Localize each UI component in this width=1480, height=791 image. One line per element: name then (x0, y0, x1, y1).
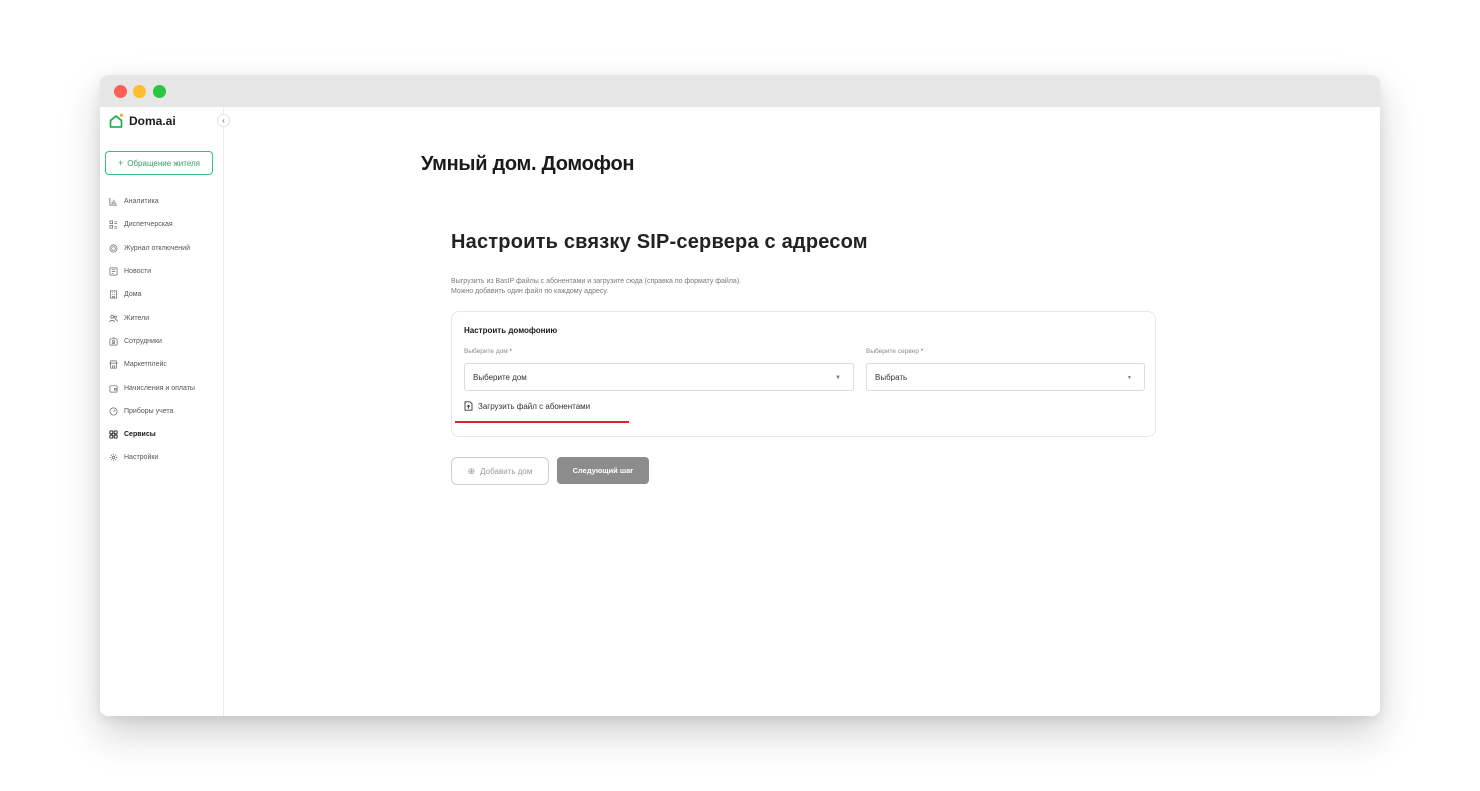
maximize-window-button[interactable] (153, 85, 166, 98)
server-field-label-text: Выберите сервер (866, 348, 919, 355)
collapse-sidebar-button[interactable]: ‹ (217, 114, 230, 127)
add-house-button[interactable]: ⊕ Добавить дом (451, 457, 549, 485)
wallet-icon (109, 384, 118, 393)
sidebar-item-label: Аналитика (124, 198, 159, 206)
sidebar-item-outage-log[interactable]: Журнал отключений (109, 237, 221, 260)
house-logo-icon (109, 113, 124, 128)
next-step-label: Следующий шаг (572, 466, 634, 475)
sidebar-item-settings[interactable]: Настройки (109, 446, 221, 469)
sidebar-item-label: Дома (124, 291, 142, 299)
server-field-label: Выберите сервер * (866, 348, 923, 355)
chevron-down-icon: ▼ (1127, 375, 1132, 381)
bar-chart-icon (109, 197, 118, 206)
sidebar-item-label: Начисления и оплаты (124, 384, 195, 392)
sidebar-item-residents[interactable]: Жители (109, 306, 221, 329)
sidebar-item-employees[interactable]: Сотрудники (109, 330, 221, 353)
required-mark: * (509, 348, 513, 355)
house-select[interactable]: Выберите дом ▼ (464, 363, 854, 391)
sidebar-item-houses[interactable]: Дома (109, 283, 221, 306)
sidebar-item-dispatch[interactable]: Диспетчерская (109, 213, 221, 236)
resident-appeal-label: Обращение жителя (127, 158, 201, 168)
building-icon (109, 290, 118, 299)
house-field-label: Выберите дом * (464, 348, 512, 355)
sidebar-item-news[interactable]: Новости (109, 260, 221, 283)
sidebar-item-label: Новости (124, 268, 152, 276)
grid-list-icon (109, 220, 118, 229)
sidebar-item-meters[interactable]: Приборы учета (109, 400, 221, 423)
meter-icon (109, 407, 118, 416)
required-mark: * (920, 348, 924, 355)
plus-icon: + (117, 158, 124, 168)
sidebar-item-label: Журнал отключений (124, 244, 190, 252)
house-select-value: Выберите дом (473, 372, 527, 382)
sidebar-item-label: Маркетплейс (124, 361, 167, 369)
intercom-setup-card: Настроить домофонию Выберите дом * Выбер… (451, 311, 1156, 437)
sidebar-item-label: Приборы учета (124, 407, 174, 415)
card-title: Настроить домофонию (464, 326, 558, 335)
section-title: Настроить связку SIP-сервера с адресом (451, 231, 868, 253)
page-title: Умный дом. Домофон (421, 153, 635, 175)
description-line: Выгрузить из BasIP файлы с абонентами и … (451, 278, 742, 285)
logo[interactable]: Doma.ai (108, 112, 176, 130)
gear-icon (109, 453, 118, 462)
close-window-button[interactable] (114, 85, 127, 98)
main-content: Умный дом. Домофон Настроить связку SIP-… (224, 107, 1380, 716)
sidebar-item-billing[interactable]: Начисления и оплаты (109, 376, 221, 399)
sidebar-nav: Аналитика Диспетчерская Журнал отключени… (109, 190, 221, 470)
store-icon (109, 360, 118, 369)
file-upload-icon (464, 401, 473, 411)
minimize-window-button[interactable] (133, 85, 146, 98)
sidebar-item-analytics[interactable]: Аналитика (109, 190, 221, 213)
sidebar-item-label: Жители (124, 314, 150, 322)
target-icon (109, 244, 118, 253)
newspaper-icon (109, 267, 118, 276)
app-name: Doma.ai (129, 114, 176, 128)
sidebar-item-label: Сотрудники (124, 337, 162, 345)
people-icon (109, 314, 118, 323)
app-window: Doma.ai ‹ + Обращение жителя Аналитика Д… (100, 75, 1380, 716)
sidebar-item-services[interactable]: Сервисы (109, 423, 221, 446)
description-line: Можно добавить один файл по каждому адре… (451, 288, 609, 295)
plus-circle-icon: ⊕ (467, 465, 476, 476)
section-description: Выгрузить из BasIP файлы с абонентами и … (451, 277, 741, 297)
next-step-button[interactable]: Следующий шаг (557, 457, 649, 484)
upload-link-label: Загрузить файл с абонентами (478, 401, 591, 411)
badge-icon (109, 337, 118, 346)
services-grid-icon (109, 430, 118, 439)
server-select[interactable]: Выбрать ▼ (866, 363, 1145, 391)
sidebar-item-label: Сервисы (124, 431, 156, 439)
add-house-label: Добавить дом (480, 466, 533, 476)
resident-appeal-button[interactable]: + Обращение жителя (105, 151, 213, 175)
sidebar-item-label: Диспетчерская (124, 221, 173, 229)
chevron-down-icon: ▼ (835, 375, 841, 381)
window-titlebar (100, 75, 1380, 107)
sidebar-item-label: Настройки (124, 454, 159, 462)
house-field-label-text: Выберите дом (464, 348, 508, 355)
sidebar-item-marketplace[interactable]: Маркетплейс (109, 353, 221, 376)
highlight-underline (455, 421, 629, 423)
server-select-value: Выбрать (875, 372, 908, 382)
sidebar: Doma.ai ‹ + Обращение жителя Аналитика Д… (100, 107, 230, 716)
upload-subscribers-link[interactable]: Загрузить файл с абонентами (464, 401, 590, 411)
